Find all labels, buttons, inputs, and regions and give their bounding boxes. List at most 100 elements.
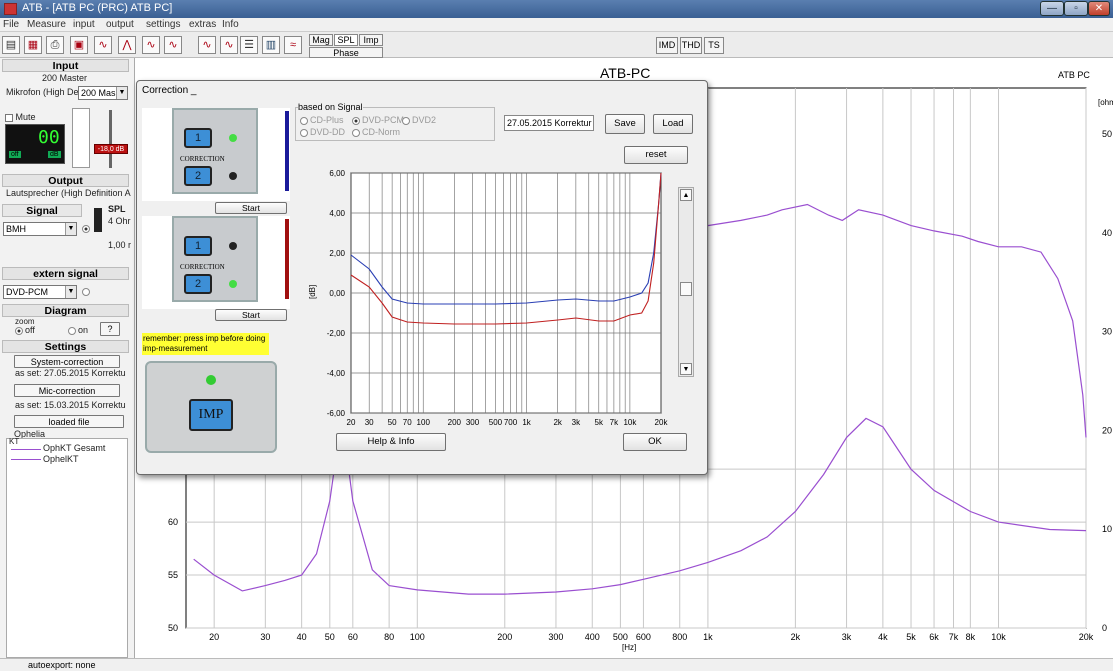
speaker-label: Lautsprecher (High Definition A: [6, 188, 131, 198]
correction-panel-1: 1 CORRECTION 2: [142, 108, 290, 201]
menu-measure[interactable]: Measure: [27, 19, 66, 30]
signal-section-title: Signal: [2, 204, 82, 217]
zoom-on-radio[interactable]: on: [68, 325, 88, 335]
main-x-tick-label: 40: [297, 632, 307, 642]
save-button[interactable]: Save: [605, 114, 645, 134]
main-x-tick-label: 2k: [791, 632, 801, 642]
radio-cd-norm[interactable]: CD-Norm: [352, 127, 400, 137]
radio-cd-plus[interactable]: CD-Plus: [300, 115, 344, 125]
menu-info[interactable]: Info: [222, 19, 239, 30]
menu-settings[interactable]: settings: [146, 19, 180, 30]
radio-dvd-dd[interactable]: DVD-DD: [300, 127, 345, 137]
reset-button[interactable]: reset: [624, 146, 688, 164]
app-window: ATB - [ATB PC (PRC) ATB PC] — ▫ ✕ File M…: [0, 0, 1113, 671]
print-icon[interactable]: ⎙: [46, 36, 64, 54]
level-display: 00 off dB: [5, 124, 65, 164]
print-preview-icon[interactable]: ▣: [70, 36, 88, 54]
gain-slider[interactable]: -18,0 dB: [94, 108, 128, 170]
imd-button[interactable]: IMD: [656, 37, 678, 54]
correction-x-tick-label: 7k: [610, 418, 619, 427]
load-button[interactable]: Load: [653, 114, 693, 134]
legend-item-1[interactable]: OphKT Gesamt: [43, 443, 105, 453]
mic-select[interactable]: 200 Mas ▼: [78, 86, 128, 100]
chart4-icon[interactable]: ∿: [164, 36, 182, 54]
imp-button[interactable]: IMP: [189, 399, 233, 431]
scroll-up-icon[interactable]: ▲: [680, 189, 692, 201]
chart6-icon[interactable]: ∿: [220, 36, 238, 54]
chart2-icon[interactable]: ⋀: [118, 36, 136, 54]
scroll-thumb[interactable]: [680, 282, 692, 296]
menu-bar: File Measure input output settings extra…: [0, 18, 1113, 32]
main-x-tick-label: 4k: [878, 632, 888, 642]
volume-slider[interactable]: [94, 208, 102, 232]
system-correction-button[interactable]: System-correction: [14, 355, 120, 368]
scroll-down-icon[interactable]: ▼: [680, 363, 692, 375]
signal-select[interactable]: BMH ▼: [3, 222, 77, 236]
main-x-tick-label: 1k: [703, 632, 713, 642]
legend-item-2[interactable]: OphelKT: [43, 454, 79, 464]
ohm-label: 4 Ohr: [108, 216, 131, 226]
signal-radio[interactable]: [82, 224, 92, 235]
ok-button[interactable]: OK: [623, 433, 687, 451]
correction-x-tick-label: 50: [388, 418, 397, 427]
led-2: [229, 172, 237, 180]
loaded-file-button[interactable]: loaded file: [14, 415, 124, 428]
minimize-button[interactable]: —: [1040, 1, 1064, 16]
phase-button[interactable]: Phase: [309, 47, 383, 58]
extern-radio[interactable]: [82, 287, 92, 298]
mic-label: Mikrofon (High Defi: [6, 87, 84, 97]
right-y-tick-label: 30: [1102, 327, 1112, 337]
mute-checkbox[interactable]: Mute: [5, 112, 36, 122]
extern-section-title: extern signal: [2, 267, 129, 280]
spectrum-icon[interactable]: ▥: [262, 36, 280, 54]
help-button[interactable]: ?: [100, 322, 120, 336]
input-section-title: Input: [2, 59, 129, 72]
close-button[interactable]: ✕: [1088, 1, 1110, 16]
imp-button[interactable]: Imp: [359, 34, 383, 46]
correction-x-tick-label: 2k: [553, 418, 562, 427]
thd-button[interactable]: THD: [680, 37, 702, 54]
status-text: autoexport: none: [28, 660, 96, 670]
waveform-icon[interactable]: ≈: [284, 36, 302, 54]
open-icon[interactable]: ▦: [24, 36, 42, 54]
help-info-button[interactable]: Help & Info: [336, 433, 446, 451]
menu-output[interactable]: output: [106, 19, 134, 30]
led-4: [229, 280, 237, 288]
extern-select[interactable]: DVD-PCM ▼: [3, 285, 77, 299]
chart1-icon[interactable]: ∿: [94, 36, 112, 54]
correction-y-tick-label: -2,00: [327, 329, 346, 338]
chart5-icon[interactable]: ∿: [198, 36, 216, 54]
radio-dvd2[interactable]: DVD2: [402, 115, 436, 125]
zoom-off-radio[interactable]: off: [15, 325, 35, 335]
correction-x-tick-label: 500: [489, 418, 503, 427]
legend-line-1: [11, 449, 41, 450]
correction-x-tick-label: 5k: [595, 418, 604, 427]
menu-extras[interactable]: extras: [189, 19, 216, 30]
correction-1-btn2[interactable]: 2: [184, 166, 212, 186]
menu-file[interactable]: File: [3, 19, 19, 30]
spl-button[interactable]: SPL: [334, 34, 358, 46]
chart3-icon[interactable]: ∿: [142, 36, 160, 54]
main-y-tick-label: 55: [168, 570, 178, 580]
main-x-tick-label: 500: [613, 632, 628, 642]
correction-name-field[interactable]: 27.05.2015 Korrektur 8: [504, 115, 594, 131]
vertical-scrollbar[interactable]: ▲ ▼: [678, 187, 694, 377]
main-chart-title: ATB-PC: [600, 65, 650, 81]
legend-line-2: [11, 459, 41, 460]
start-button-1[interactable]: Start: [215, 202, 287, 214]
new-icon[interactable]: ▤: [2, 36, 20, 54]
sliders-icon[interactable]: ☰: [240, 36, 258, 54]
correction-2-btn1[interactable]: 1: [184, 236, 212, 256]
mag-button[interactable]: Mag: [309, 34, 333, 46]
ts-button[interactable]: TS: [704, 37, 724, 54]
correction-2-btn2[interactable]: 2: [184, 274, 212, 294]
main-y-tick-label: 60: [168, 517, 178, 527]
correction-1-btn1[interactable]: 1: [184, 128, 212, 148]
mic-correction-button[interactable]: Mic-correction: [14, 384, 120, 397]
correction-x-tick-label: 300: [466, 418, 480, 427]
menu-input[interactable]: input: [73, 19, 95, 30]
radio-dvd-pcm[interactable]: DVD-PCM: [352, 115, 404, 125]
maximize-button[interactable]: ▫: [1064, 1, 1088, 16]
start-button-2[interactable]: Start: [215, 309, 287, 321]
right-axis-unit: [ohm]: [1098, 98, 1113, 107]
